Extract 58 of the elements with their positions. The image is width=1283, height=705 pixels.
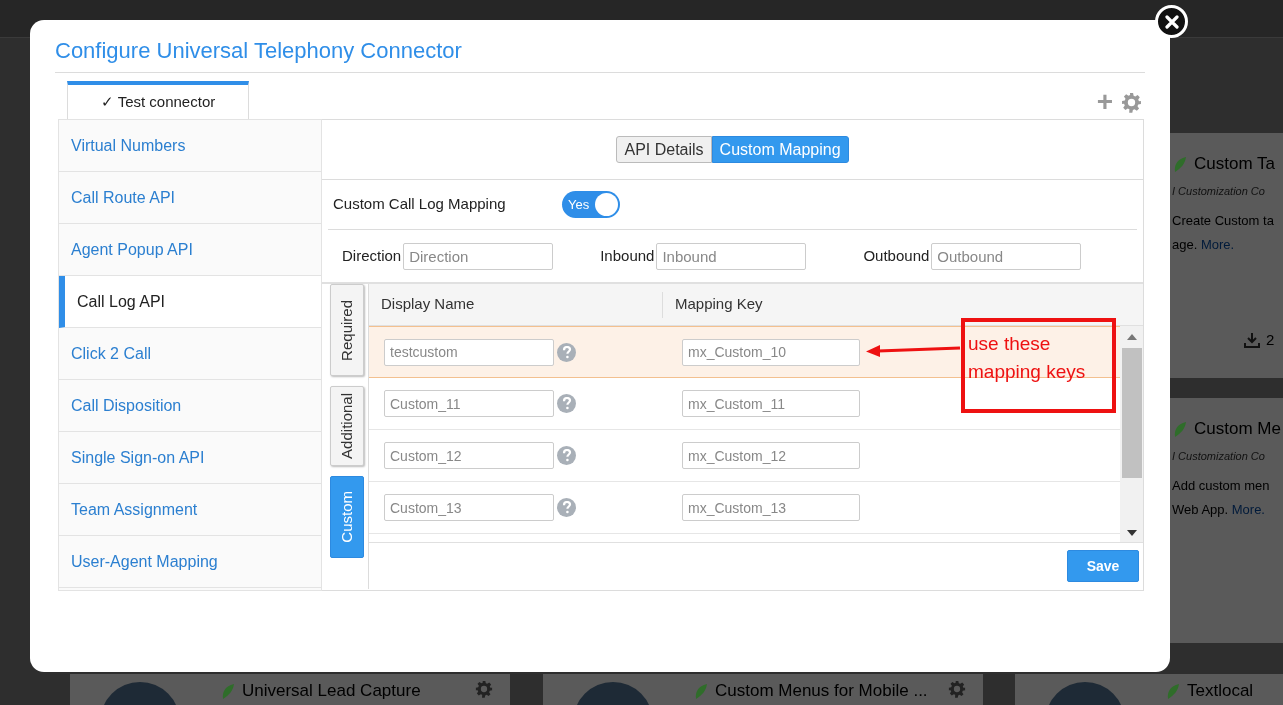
dialog-title: Configure Universal Telephony Connector: [55, 37, 463, 65]
leaf-icon: [220, 681, 236, 700]
text-field[interactable]: mx_Custom_10: [682, 338, 860, 366]
card-description: Create Custom ta age. More.: [1172, 212, 1275, 254]
view-tab[interactable]: Custom Mapping: [711, 136, 849, 163]
text-field[interactable]: mx_Custom_12: [682, 442, 860, 469]
help-icon: [557, 394, 576, 413]
scroll-down-icon[interactable]: [1126, 530, 1137, 536]
help-icon: [557, 498, 576, 517]
download-count: 2: [1266, 330, 1275, 350]
settings-icon[interactable]: [1121, 91, 1142, 113]
text-field[interactable]: mx_Custom_13: [682, 494, 860, 521]
leaf-icon: [1172, 154, 1188, 173]
scroll-up-icon[interactable]: [1126, 334, 1137, 340]
card-title: Custom Menus for Mobile ...: [715, 680, 928, 702]
column-header: Display Name: [381, 294, 475, 315]
help-icon: [557, 342, 576, 362]
close-icon: [1164, 14, 1179, 29]
field-label: Outbound: [863, 245, 930, 266]
save-button[interactable]: Save: [1067, 550, 1139, 582]
field-label: Direction: [342, 245, 402, 266]
text-field[interactable]: testcustom: [384, 338, 554, 366]
connector-tab[interactable]: ✓ Test connector: [67, 81, 249, 119]
annotation-note: use these mapping keys: [961, 318, 1116, 413]
text-field[interactable]: Custom_11: [384, 390, 554, 417]
help-icon: [557, 446, 576, 465]
more-link[interactable]: More.: [1231, 502, 1265, 517]
leaf-icon: [1172, 419, 1188, 438]
side-tab[interactable]: Required: [330, 284, 364, 376]
field-label: Inbound: [600, 245, 655, 266]
download-icon: [1244, 332, 1260, 349]
leaf-icon: [693, 681, 709, 700]
text-field[interactable]: Direction: [403, 242, 554, 270]
text-field[interactable]: Outbound: [931, 242, 1082, 270]
toggle-switch[interactable]: Yes: [562, 191, 620, 218]
text-field[interactable]: Custom_13: [384, 494, 554, 521]
more-link[interactable]: More.: [1200, 237, 1235, 252]
card-title: Custom Ta: [1194, 153, 1275, 175]
side-tab[interactable]: Additional: [330, 386, 364, 466]
card-title: Custom Me: [1194, 418, 1281, 440]
setting-label: Custom Call Log Mapping: [333, 194, 507, 215]
text-field[interactable]: mx_Custom_11: [682, 390, 860, 417]
card-category: I Customization Co: [1172, 183, 1266, 199]
add-button[interactable]: +: [1096, 91, 1113, 113]
card-description: Add custom men Web App. More.: [1172, 477, 1271, 519]
view-tab[interactable]: API Details: [616, 136, 712, 163]
side-tab[interactable]: Custom: [330, 476, 364, 558]
leaf-icon: [1165, 681, 1181, 700]
card-category: I Customization Co: [1172, 448, 1266, 464]
text-field[interactable]: Inbound: [656, 242, 807, 270]
settings-icon[interactable]: [475, 680, 493, 698]
card-title: Universal Lead Capture: [242, 680, 421, 702]
scrollbar[interactable]: [1120, 326, 1143, 542]
text-field[interactable]: Custom_12: [384, 442, 554, 469]
settings-icon[interactable]: [948, 680, 966, 698]
card-title: Textlocal: [1187, 680, 1254, 702]
column-header: Mapping Key: [674, 294, 763, 315]
sidebar-item[interactable]: Call Log API: [59, 276, 321, 328]
